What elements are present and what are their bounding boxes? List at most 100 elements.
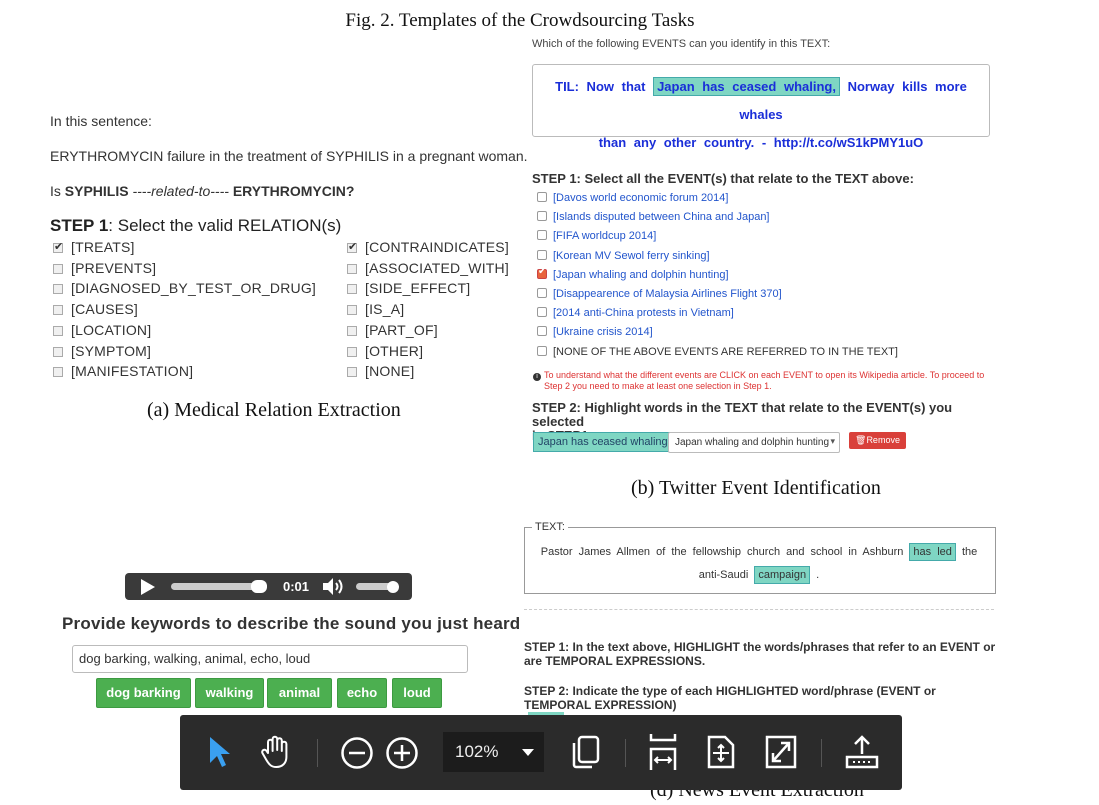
warning-line-1: To understand what the different events … [544,370,985,380]
tweet-highlight[interactable]: Japan has ceased whaling, [653,77,840,96]
play-icon[interactable] [141,579,155,595]
relation-label: [PREVENTS] [71,259,157,276]
relation-option[interactable]: [PART_OF] [347,322,438,338]
checkbox[interactable] [537,230,547,241]
zoom-in-icon[interactable] [385,736,419,770]
event-link[interactable]: [Japan whaling and dolphin hunting] [553,269,729,281]
checkbox[interactable] [347,240,357,253]
event-option[interactable]: [Ukraine crisis 2014] [537,326,653,338]
checkbox[interactable] [53,367,63,378]
tweet-text: TIL: Now that Japan has ceased whaling, … [533,73,989,157]
warning-text: i To understand what the different events… [533,370,993,392]
volume-thumb[interactable] [387,581,399,593]
relation-option[interactable]: [ASSOCIATED_WITH] [347,260,509,276]
relation-label: [SYMPTOM] [71,342,152,359]
checkbox[interactable] [537,192,547,202]
news-highlight-2[interactable]: campaign [754,566,811,584]
relation-option[interactable]: [SIDE_EFFECT] [347,280,470,296]
checkbox[interactable] [537,266,547,279]
keyword-button[interactable]: animal [267,678,332,708]
copy-icon[interactable] [570,734,602,770]
event-link[interactable]: [Davos world economic forum 2014] [553,192,728,204]
remove-button[interactable]: 🗑Remove [849,432,906,449]
checkbox[interactable] [537,307,547,318]
event-option[interactable]: [2014 anti-China protests in Vietnam] [537,307,734,319]
text-legend: TEXT: [532,521,568,533]
time-display: 0:01 [283,579,310,594]
select-chevron-icon: ▾ [830,436,835,446]
relation-option[interactable]: [PREVENTS] [53,260,156,276]
event-option[interactable]: [Islands disputed between China and Japa… [537,211,770,223]
news-highlight-1[interactable]: has led [909,543,956,561]
checkbox[interactable] [53,305,63,316]
relation-option[interactable]: [CONTRAINDICATES] [347,239,509,255]
event-link[interactable]: [Ukraine crisis 2014] [553,326,653,338]
relation-label: [IS_A] [365,301,405,318]
event-link[interactable]: [Islands disputed between China and Japa… [553,211,770,223]
volume-icon[interactable] [323,578,345,595]
checkbox[interactable] [537,249,547,260]
keyword-button[interactable]: dog barking [96,678,191,708]
event-link[interactable]: [Disappearence of Malaysia Airlines Flig… [553,288,782,300]
relation-option[interactable]: [OTHER] [347,343,423,359]
checkbox[interactable] [347,284,357,295]
checkbox[interactable] [53,284,63,295]
checkbox[interactable] [347,305,357,316]
share-export-icon[interactable] [844,734,880,770]
checkbox[interactable] [537,288,547,298]
tweet-line-2: than any other country. - http://t.co/wS… [598,135,924,150]
select-pointer-icon[interactable] [208,735,232,769]
relation-option[interactable]: [SYMPTOM] [53,343,151,359]
relation-option[interactable]: [TREATS] [53,239,135,255]
keyword-button[interactable]: loud [392,678,442,708]
checkbox[interactable] [537,345,547,356]
checkbox[interactable] [53,263,63,274]
checkbox[interactable] [347,263,357,274]
checkbox[interactable] [537,211,547,222]
highlight-chip[interactable]: Japan has ceased whaling, [533,432,676,452]
relation-option[interactable]: [NONE] [347,363,414,379]
event-link[interactable]: [FIFA worldcup 2014] [553,230,656,242]
event-option[interactable]: [Korean MV Sewol ferry sinking] [537,249,710,262]
fit-page-icon[interactable] [706,734,736,770]
event-option[interactable]: [Davos world economic forum 2014] [537,192,728,204]
step1-prefix: STEP 1 [50,216,109,235]
checkbox[interactable] [53,325,63,336]
news-line-1-post: the [955,546,978,558]
event-select-value: Japan whaling and dolphin hunting [675,437,830,448]
zoom-out-icon[interactable] [340,736,374,770]
checkbox[interactable] [347,367,357,378]
event-link[interactable]: [2014 anti-China protests in Vietnam] [553,307,734,319]
keywords-input[interactable]: dog barking, walking, animal, echo, loud [72,645,468,673]
step2-heading-d: STEP 2: Indicate the type of each HIGHLI… [524,684,936,712]
fullscreen-icon[interactable] [764,734,798,770]
remove-label: Remove [866,435,900,445]
event-option[interactable]: [Japan whaling and dolphin hunting] [537,266,729,281]
divider [524,609,994,610]
relation-option[interactable]: [LOCATION] [53,322,151,338]
event-option[interactable]: [Disappearence of Malaysia Airlines Flig… [537,288,782,300]
event-option[interactable]: [NONE OF THE ABOVE EVENTS ARE REFERRED T… [537,345,898,358]
seek-thumb[interactable] [251,580,267,593]
relation-option[interactable]: [IS_A] [347,301,404,317]
relation-option[interactable]: [CAUSES] [53,301,138,317]
checkbox[interactable] [347,325,357,336]
event-link[interactable]: [Korean MV Sewol ferry sinking] [553,250,710,262]
checkbox[interactable] [53,240,63,253]
keyword-button[interactable]: walking [195,678,264,708]
audio-player: 0:01 [125,573,412,600]
event-select[interactable]: Japan whaling and dolphin hunting ▾ [668,432,840,453]
zoom-select[interactable]: 102% [443,732,544,772]
caption-a: (a) Medical Relation Extraction [147,399,401,421]
fit-width-icon[interactable] [647,732,679,772]
checkbox[interactable] [537,326,547,337]
checkbox[interactable] [53,346,63,357]
relation-option[interactable]: [MANIFESTATION] [53,363,193,379]
keyword-button[interactable]: echo [337,678,387,708]
relation-option[interactable]: [DIAGNOSED_BY_TEST_OR_DRUG] [53,280,316,296]
event-option[interactable]: [FIFA worldcup 2014] [537,230,656,242]
sentence-text: ERYTHROMYCIN failure in the treatment of… [50,148,528,164]
checkbox[interactable] [347,346,357,357]
event-link[interactable]: [NONE OF THE ABOVE EVENTS ARE REFERRED T… [553,346,898,358]
hand-pan-icon[interactable] [258,733,296,771]
